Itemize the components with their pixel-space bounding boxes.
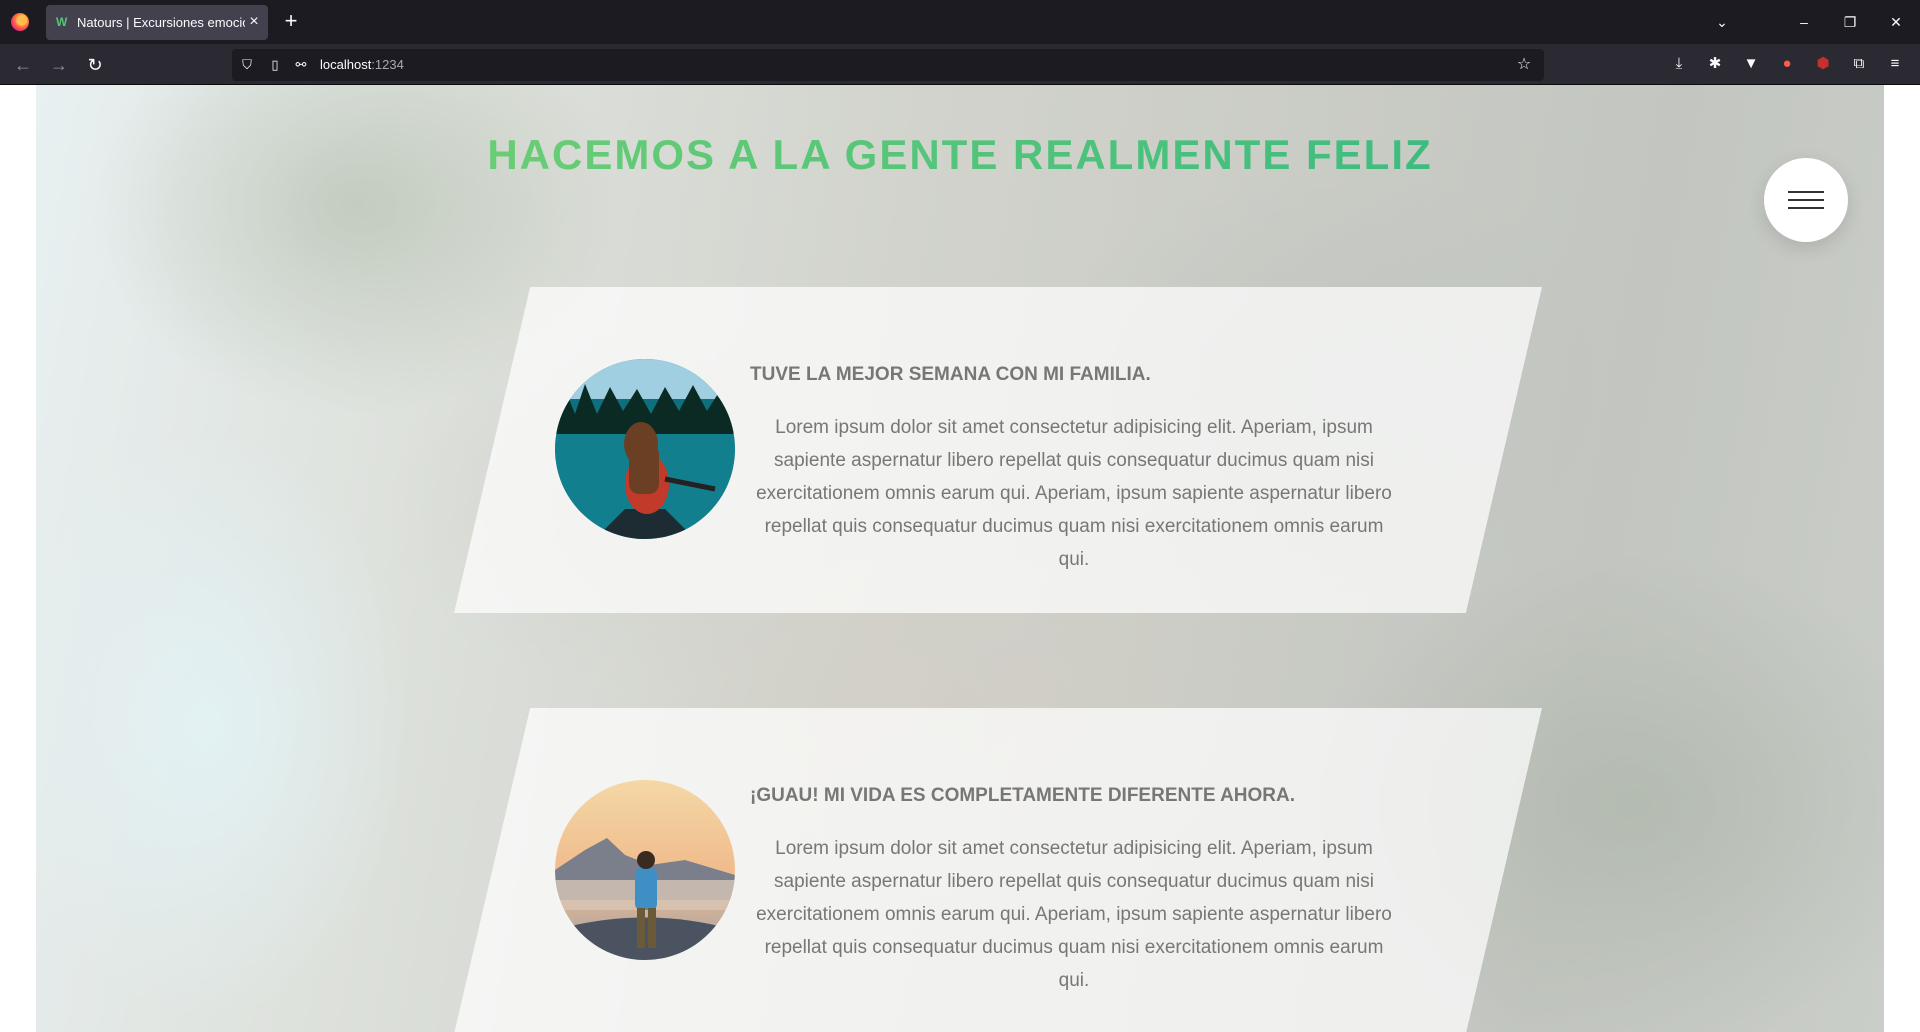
story-card: ¡GUAU! MI VIDA ES COMPLETAMENTE DIFERENT… (454, 708, 1542, 1032)
extensions-puzzle-icon[interactable]: ⧉ (1847, 52, 1871, 76)
minimize-window-icon[interactable]: – (1792, 10, 1816, 34)
ublock-icon[interactable]: ⬢ (1811, 52, 1835, 76)
forward-arrow-icon[interactable]: → (46, 52, 72, 78)
natours-favicon-icon: W (56, 15, 68, 29)
browser-toolbar: ← → ↻ ⛉ ▯ ⚯ localhost:1234 ☆ ⤓ ✱ ▼ ● ⬢ ⧉… (0, 44, 1920, 85)
list-all-tabs-icon[interactable]: ⌄ (1710, 10, 1734, 34)
app-menu-icon[interactable]: ≡ (1883, 52, 1907, 76)
page-icon[interactable]: ▯ (266, 56, 284, 74)
story-avatar-woman (555, 359, 735, 539)
browser-tab-active[interactable]: W Natours | Excursiones emocionantes × (46, 5, 268, 40)
firefox-logo-icon (11, 13, 29, 31)
man-on-mountain-photo (555, 780, 735, 960)
back-arrow-icon[interactable]: ← (10, 52, 36, 78)
extension-fox-icon[interactable]: ● (1775, 52, 1799, 76)
url-port: :1234 (371, 57, 404, 72)
tab-title: Natours | Excursiones emocionantes (77, 15, 245, 30)
story-text: Lorem ipsum dolor sit amet consectetur a… (756, 838, 1392, 991)
hamburger-line-icon (1788, 191, 1824, 193)
new-tab-icon[interactable]: + (280, 10, 302, 32)
story-avatar-man (555, 780, 735, 960)
url-host: localhost (320, 57, 372, 72)
story-title: ¡GUAU! MI VIDA ES COMPLETAMENTE DIFERENT… (750, 785, 1296, 806)
page-viewport: HACEMOS A LA GENTE REALMENTE FELIZ TUVE … (0, 85, 1920, 1032)
star-icon[interactable]: ☆ (1514, 55, 1534, 75)
extension-bug-icon[interactable]: ✱ (1703, 52, 1727, 76)
navigation-menu-button[interactable] (1764, 158, 1848, 242)
story-card: TUVE LA MEJOR SEMANA CON MI FAMILIA. Lor… (454, 287, 1542, 613)
browser-tab-bar: W Natours | Excursiones emocionantes × +… (0, 0, 1920, 44)
url-text[interactable]: localhost:1234 (320, 57, 404, 73)
woman-in-canoe-photo (555, 359, 735, 539)
close-tab-icon[interactable]: × (245, 13, 263, 31)
hamburger-line-icon (1788, 207, 1824, 209)
downloads-icon[interactable]: ⤓ (1667, 52, 1691, 76)
section-heading: HACEMOS A LA GENTE REALMENTE FELIZ (36, 129, 1884, 181)
permissions-icon[interactable]: ⚯ (292, 56, 310, 74)
hamburger-line-icon (1788, 199, 1824, 201)
reload-icon[interactable]: ↻ (82, 52, 108, 78)
restore-window-icon[interactable]: ❐ (1838, 10, 1862, 34)
close-window-icon[interactable]: ✕ (1884, 10, 1908, 34)
story-text: Lorem ipsum dolor sit amet consectetur a… (756, 417, 1392, 570)
section-stories: HACEMOS A LA GENTE REALMENTE FELIZ TUVE … (36, 85, 1884, 1032)
address-bar[interactable]: ⛉ ▯ ⚯ localhost:1234 ☆ (232, 49, 1544, 81)
story-title: TUVE LA MEJOR SEMANA CON MI FAMILIA. (750, 364, 1151, 385)
extension-v-icon[interactable]: ▼ (1739, 52, 1763, 76)
shield-icon[interactable]: ⛉ (238, 56, 256, 74)
